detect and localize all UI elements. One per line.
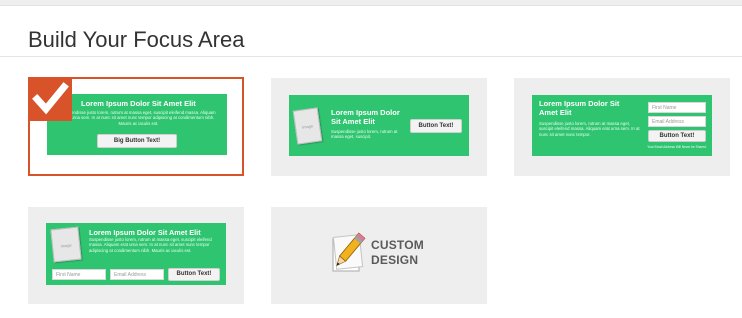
preview-title: Lorem Ipsum Dolor Sit Amet Elit	[81, 99, 196, 108]
preview-banner: Image Lorem Ipsum Dolor Sit Amet Elit Su…	[289, 95, 469, 156]
focus-option-custom[interactable]: CUSTOM DESIGN	[271, 207, 487, 304]
top-bar	[0, 0, 742, 6]
focus-option-2[interactable]: Image Lorem Ipsum Dolor Sit Amet Elit Su…	[271, 78, 487, 176]
preview-footnote: Your Email Address Will Never be Shared.	[647, 145, 707, 149]
preview-button: Big Button Text!	[97, 134, 177, 148]
preview-title: Lorem Ipsum Dolor Sit Amet Elit	[89, 228, 201, 237]
custom-design-line1: CUSTOM	[371, 238, 424, 252]
preview-body: Suspendisse justo lorem, rutrum at massa…	[89, 237, 212, 253]
image-label: Image	[60, 242, 72, 249]
preview-banner: Lorem Ipsum Dolor Sit Amet Elit Suspendi…	[532, 95, 712, 156]
focus-option-3[interactable]: Lorem Ipsum Dolor Sit Amet Elit Suspendi…	[514, 78, 730, 176]
preview-image-placeholder: Image	[292, 107, 323, 145]
preview-email-field: Email Address	[648, 116, 706, 127]
custom-design-line2: DESIGN	[371, 253, 419, 267]
selected-badge	[28, 77, 72, 121]
focus-option-1[interactable]: Lorem Ipsum Dolor Sit Amet Elit Suspendi…	[28, 77, 244, 176]
preview-body: Suspendisse justo lorem, rutrum at massa…	[331, 129, 398, 140]
image-label: Image	[301, 123, 314, 131]
preview-title: Lorem Ipsum Dolor Sit Amet Elit	[539, 99, 620, 117]
preview-image-placeholder: Image	[50, 226, 82, 263]
page-title: Build Your Focus Area	[28, 27, 245, 52]
pencil-paper-icon	[332, 232, 366, 272]
preview-button: Button Text!	[168, 268, 220, 281]
preview-banner: Lorem Ipsum Dolor Sit Amet Elit Suspendi…	[47, 94, 227, 155]
preview-body: Suspendisse justo lorem, rutrum at massa…	[61, 110, 216, 126]
title-divider	[0, 56, 742, 57]
preview-button: Button Text!	[410, 119, 462, 133]
checkmark-icon	[32, 82, 69, 115]
preview-banner: Image Lorem Ipsum Dolor Sit Amet Elit Su…	[46, 223, 226, 285]
preview-body: Suspendisse justo lorem, rutrum at massa…	[539, 121, 640, 137]
focus-option-4[interactable]: Image Lorem Ipsum Dolor Sit Amet Elit Su…	[28, 207, 244, 304]
preview-title: Lorem Ipsum Dolor Sit Amet Elit	[331, 108, 400, 126]
preview-first-name-field: First Name	[648, 102, 706, 113]
preview-button: Button Text!	[648, 130, 706, 142]
preview-email-field: Email Address	[110, 269, 164, 280]
preview-first-name-field: First Name	[52, 269, 106, 280]
